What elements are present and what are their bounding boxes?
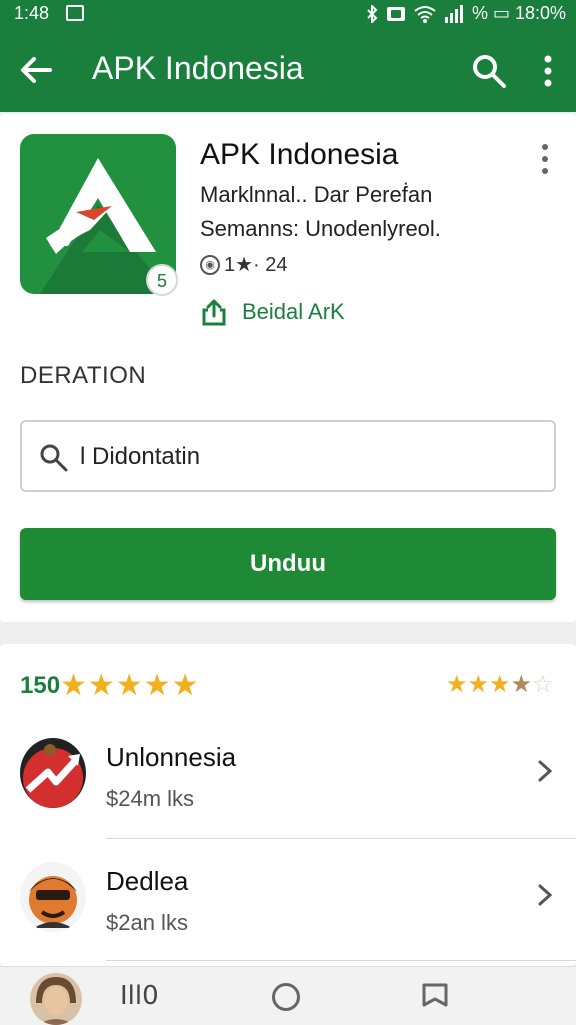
page-title: APK Indonesia <box>92 50 304 86</box>
back-nav-icon[interactable] <box>420 981 450 1011</box>
star-rating-icon: ★★★★☆ <box>446 671 554 698</box>
list-item[interactable]: Unlonnesia $24m lks <box>0 714 576 836</box>
image-icon <box>66 5 84 21</box>
rating-count: 150 <box>20 672 61 699</box>
nfc-icon <box>386 6 405 21</box>
app-avatar <box>20 738 86 808</box>
system-nav-bar: Ill0 <box>0 966 576 1025</box>
app-version-badge: 5 <box>146 264 178 296</box>
chevron-right-icon <box>538 884 553 906</box>
app-meta-rating: 1★· 24 <box>224 254 288 276</box>
app-category: Semanns: Unodenlyreol. <box>200 216 441 241</box>
status-bar: 1:48 % ▭ 18:0% <box>0 0 576 28</box>
search-field[interactable] <box>20 420 556 492</box>
list-item-desc: $24m lks <box>106 786 195 811</box>
search-icon[interactable] <box>470 52 508 90</box>
app-avatar <box>20 862 86 932</box>
bluetooth-icon <box>367 4 378 23</box>
status-icons: % ▭ 18:0% <box>366 3 566 24</box>
status-right-text: % ▭ 18:0% <box>471 3 566 23</box>
signal-icon <box>444 4 463 23</box>
home-button[interactable] <box>272 983 300 1011</box>
status-time: 1:48 <box>14 3 50 23</box>
app-detail-card: 5 APK Indonesia Marklnnal.. Dar Pereḟan … <box>0 114 576 622</box>
list-item[interactable]: Dedlea $2an lks <box>0 838 576 960</box>
user-avatar[interactable] <box>30 973 82 1025</box>
app-name: APK Indonesia <box>200 138 399 171</box>
star-rating-icon: ★★★★★ <box>60 669 200 702</box>
related-apps-card: 150 ★★★★★ ★★★★☆ Unlonnesia $24m lks Dedl… <box>0 644 576 966</box>
arrow-left-icon[interactable] <box>16 50 56 90</box>
share-label: Beidal ArK <box>242 299 345 324</box>
download-button[interactable]: Unduu <box>20 528 556 600</box>
app-meta: ◉ 1★· 24 <box>200 252 288 277</box>
content-rating-icon: ◉ <box>200 254 220 275</box>
more-vert-icon[interactable] <box>530 142 560 176</box>
chevron-right-icon <box>538 760 553 782</box>
app-developer: Marklnnal.. Dar Pereḟan <box>200 182 433 207</box>
more-vert-icon[interactable] <box>534 52 562 90</box>
list-item-name: Unlonnesia <box>106 742 237 772</box>
recent-apps-button[interactable]: Ill0 <box>120 981 159 1011</box>
search-icon <box>40 444 68 472</box>
app-bar: APK Indonesia <box>0 28 576 112</box>
search-input[interactable] <box>78 434 542 480</box>
list-item-name: Dedlea <box>106 866 189 896</box>
section-label: DERATION <box>20 362 147 389</box>
list-item-desc: $2an lks <box>106 910 188 935</box>
divider <box>106 960 576 961</box>
share-icon <box>202 299 226 326</box>
share-link[interactable]: Beidal ArK <box>200 298 345 326</box>
wifi-icon <box>414 5 436 23</box>
